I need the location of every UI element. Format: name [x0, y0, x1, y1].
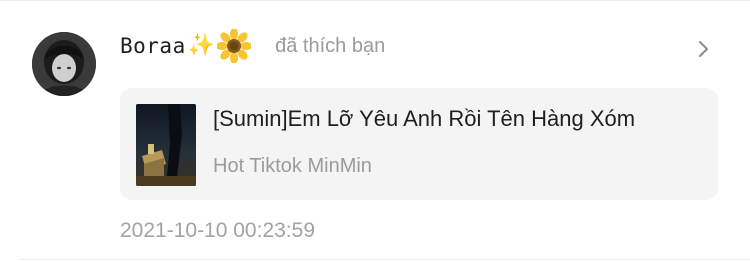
- like-notification[interactable]: Boraa ✨ đã thích bạn [Sumin]Em Lỡ Yêu An…: [0, 0, 750, 262]
- chevron-right-icon[interactable]: [697, 38, 711, 60]
- timestamp: 2021-10-10 00:23:59: [120, 219, 315, 242]
- song-title[interactable]: [Sumin]Em Lỡ Yêu Anh Rồi Tên Hàng Xóm: [213, 106, 703, 132]
- song-artist: Hot Tiktok MinMin: [213, 155, 372, 177]
- action-text: đã thích bạn: [275, 34, 386, 57]
- username[interactable]: Boraa: [120, 34, 186, 58]
- song-card[interactable]: [Sumin]Em Lỡ Yêu Anh Rồi Tên Hàng Xóm Ho…: [120, 88, 718, 200]
- avatar-image: [32, 32, 96, 96]
- notification-header: Boraa ✨ đã thích bạn: [120, 28, 385, 64]
- sunflower-icon: [217, 29, 252, 63]
- bottom-divider: [20, 259, 750, 260]
- album-art: [136, 104, 196, 186]
- sparkles-icon: ✨: [187, 33, 216, 58]
- avatar[interactable]: [32, 32, 96, 96]
